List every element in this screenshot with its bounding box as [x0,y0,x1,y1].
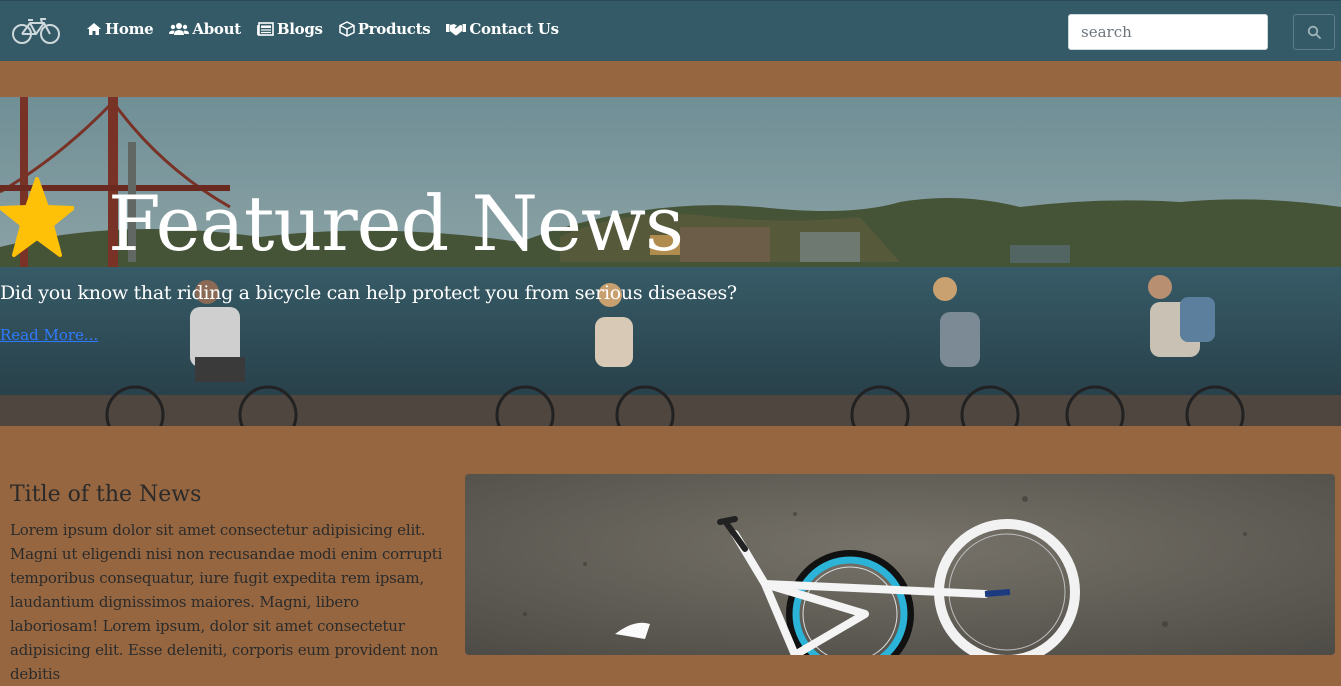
newspaper-icon [256,22,274,36]
home-icon [87,23,101,35]
nav-about[interactable]: About [169,20,241,38]
search-input[interactable] [1068,14,1268,50]
search-icon [1307,25,1321,39]
nav-home-label: Home [105,20,154,38]
navbar: Home About Blogs Products Contact Us [0,0,1341,61]
news-image [465,474,1335,655]
nav-about-label: About [192,20,241,38]
bicycle-icon [12,18,60,44]
star-icon [0,177,74,257]
nav-home[interactable]: Home [86,20,154,38]
users-icon [169,23,190,35]
brand-logo[interactable] [12,17,60,45]
nav-products[interactable]: Products [338,20,431,38]
search-button[interactable] [1293,14,1335,50]
bicycle-photo [465,474,1335,655]
hero-title: Featured News [108,179,684,268]
hero-subtitle: Did you know that riding a bicycle can h… [0,282,737,304]
news-title: Title of the News [10,482,202,507]
read-more-link[interactable]: Read More... [0,326,98,344]
nav-contact-label: Contact Us [469,20,559,38]
news-body: Lorem ipsum dolor sit amet consectetur a… [10,521,443,683]
handshake-icon [446,24,467,36]
nav-contact[interactable]: Contact Us [446,20,559,38]
nav-blogs[interactable]: Blogs [256,20,323,38]
nav-blogs-label: Blogs [276,20,323,38]
nav-products-label: Products [357,20,431,38]
box-icon [338,21,355,37]
hero-banner: Featured News Did you know that riding a… [0,97,1341,426]
nav-links: Home About Blogs Products Contact Us [86,20,575,38]
